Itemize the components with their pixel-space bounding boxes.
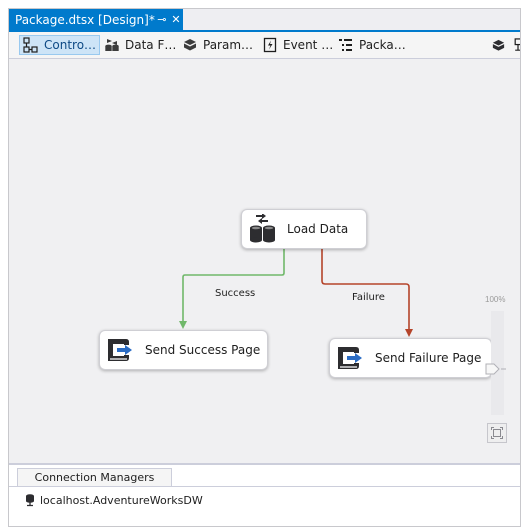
- tab-package-explorer[interactable]: Packa…: [335, 35, 409, 55]
- task-send-success-page[interactable]: Send Success Page: [99, 330, 268, 370]
- event-handlers-icon: [263, 37, 277, 53]
- control-flow-design-surface[interactable]: Success Failure Load Data Send Success P…: [9, 59, 520, 463]
- failure-constraint-arrowhead: [405, 329, 413, 337]
- parameters-icon: [184, 39, 196, 51]
- package-designer-window: Package.dtsx [Design]* ⊸ ✕ Contro… Data …: [8, 8, 521, 527]
- precedence-constraint-lines: [179, 249, 413, 337]
- pin-icon[interactable]: ⊸: [155, 13, 169, 26]
- tab-event-handlers[interactable]: Event …: [259, 35, 336, 55]
- task-load-data[interactable]: Load Data: [241, 209, 367, 249]
- document-tab-title: Package.dtsx [Design]*: [15, 12, 155, 27]
- connection-manager-item[interactable]: localhost.AdventureWorksDW: [25, 493, 203, 507]
- task-send-failure-page-label: Send Failure Page: [375, 351, 482, 365]
- failure-constraint-label: Failure: [352, 292, 385, 303]
- execute-process-task-icon: [338, 347, 362, 369]
- package-explorer-icon: [339, 39, 352, 51]
- tab-event-handlers-label: Event …: [283, 38, 334, 52]
- tab-parameters[interactable]: Param…: [179, 35, 256, 55]
- tab-connection-managers[interactable]: Connection Managers: [17, 468, 172, 486]
- data-flow-icon: [105, 39, 119, 51]
- zoom-to-fit-button[interactable]: [487, 423, 507, 443]
- document-tab[interactable]: Package.dtsx [Design]* ⊸ ✕: [9, 9, 183, 30]
- connection-managers-panel: Connection Managers localhost.AdventureW…: [9, 465, 520, 526]
- success-constraint-label: Success: [215, 288, 256, 299]
- database-connection-icon: [26, 494, 34, 507]
- failure-constraint-line[interactable]: [321, 249, 410, 329]
- connection-managers-tab-line: [9, 486, 520, 487]
- task-load-data-label: Load Data: [287, 222, 349, 236]
- zoom-fit-icon: [491, 427, 503, 439]
- tab-control-flow[interactable]: Contro…: [19, 35, 101, 55]
- tab-data-flow[interactable]: Data F…: [101, 35, 179, 55]
- close-icon[interactable]: ✕: [169, 13, 183, 26]
- task-send-failure-page[interactable]: Send Failure Page: [329, 338, 492, 378]
- execute-process-task-icon: [108, 339, 132, 361]
- tab-connection-managers-label: Connection Managers: [34, 471, 155, 484]
- package-parts-icon[interactable]: [513, 38, 521, 53]
- tab-parameters-label: Param…: [203, 38, 254, 52]
- zoom-slider-thumb[interactable]: [485, 363, 507, 375]
- control-flow-icon: [23, 37, 38, 53]
- designer-tab-bar: Contro… Data F… Param… Event … Packa…: [9, 32, 520, 59]
- variables-icon[interactable]: [491, 38, 506, 53]
- zoom-level-label: 100%: [485, 295, 506, 304]
- tab-package-explorer-label: Packa…: [359, 38, 406, 52]
- task-send-success-page-label: Send Success Page: [145, 343, 261, 357]
- tab-data-flow-label: Data F…: [125, 38, 177, 52]
- success-constraint-arrowhead: [179, 321, 187, 329]
- success-constraint-line[interactable]: [182, 249, 285, 321]
- tab-control-flow-label: Contro…: [44, 38, 97, 52]
- data-flow-task-icon: [250, 214, 275, 243]
- connection-manager-item-label: localhost.AdventureWorksDW: [40, 493, 203, 507]
